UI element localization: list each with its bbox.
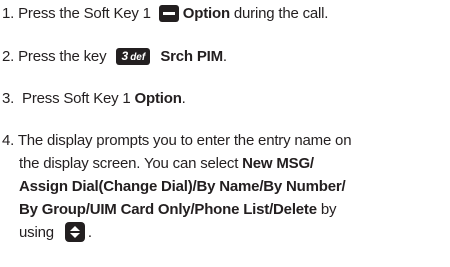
- step-text: using: [19, 224, 58, 241]
- step-text: Press Soft Key 1: [14, 90, 135, 107]
- menu-options-text: New MSG/: [242, 155, 314, 172]
- step-4-line-2: the display screen. You can select New M…: [2, 152, 448, 175]
- softkey-icon: [158, 4, 179, 22]
- step-number: 1.: [2, 5, 15, 22]
- option-label: Option: [182, 5, 230, 22]
- step-text: .: [222, 48, 227, 65]
- step-text: Press the Soft Key 1: [14, 5, 155, 22]
- step-number: 4.: [2, 132, 15, 149]
- step-1: 1. Press the Soft Key 1 Option during th…: [2, 2, 448, 25]
- step-number: 3.: [2, 90, 15, 107]
- step-4-line-5: using .: [2, 221, 448, 244]
- nav-key-icon: [64, 222, 85, 243]
- step-4-line-4: By Group/UIM Card Only/Phone List/Delete…: [2, 198, 448, 221]
- step-2: 2. Press the key 3 def Srch PIM.: [2, 45, 448, 68]
- step-text: during the call.: [229, 5, 329, 22]
- option-label: Option: [134, 90, 182, 107]
- step-text: The display prompts you to enter the ent…: [14, 132, 352, 149]
- step-text: the display screen. You can select: [19, 155, 243, 172]
- step-3: 3. Press Soft Key 1 Option.: [2, 87, 448, 110]
- step-text: Press the key: [14, 48, 111, 65]
- menu-options-text: Assign Dial(Change Dial)/By Name/By Numb…: [19, 178, 346, 195]
- instruction-page: 1. Press the Soft Key 1 Option during th…: [0, 0, 450, 267]
- key-letters: def: [130, 51, 146, 63]
- key-number: 3: [121, 48, 129, 63]
- srch-pim-label: Srch PIM: [160, 48, 223, 65]
- step-text: by: [316, 201, 337, 218]
- step-4-line-1: 4. The display prompts you to enter the …: [2, 129, 448, 152]
- step-text: .: [181, 90, 186, 107]
- step-4-line-3: Assign Dial(Change Dial)/By Name/By Numb…: [2, 175, 448, 198]
- step-text: .: [87, 224, 92, 241]
- step-number: 2.: [2, 48, 15, 65]
- digit-3-key-icon: 3 def: [116, 47, 151, 65]
- menu-options-text: By Group/UIM Card Only/Phone List/Delete: [19, 201, 317, 218]
- step-4: 4. The display prompts you to enter the …: [2, 129, 448, 244]
